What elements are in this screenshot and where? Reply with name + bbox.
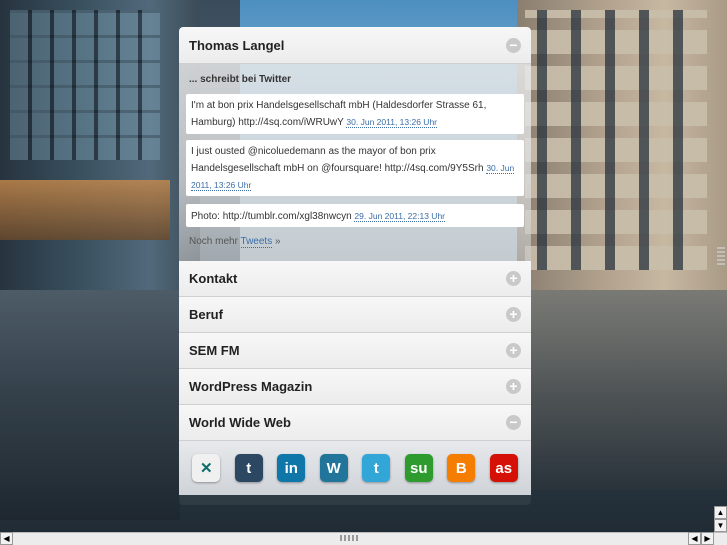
profile-panel: Thomas Langel − ... schreibt bei Twitter… <box>179 27 531 505</box>
background-building-right <box>517 0 727 290</box>
tweet-item: Photo: http://tumblr.com/xgl38nwcyn 29. … <box>186 204 524 227</box>
profile-header[interactable]: Thomas Langel − <box>179 27 531 64</box>
tweet-text: Photo: http://tumblr.com/xgl38nwcyn <box>191 211 352 222</box>
twitter-feed: ... schreibt bei Twitter I'm at bon prix… <box>179 64 531 261</box>
twitter-subheading: ... schreibt bei Twitter <box>189 74 292 85</box>
vertical-scrollbar[interactable]: ▲ ▼ <box>714 0 727 532</box>
tweet-date-link[interactable]: 30. Jun 2011, 13:26 Uhr <box>346 117 437 128</box>
section-title: Beruf <box>189 307 223 322</box>
collapse-icon[interactable]: − <box>506 415 521 430</box>
section-wordpress-magazin[interactable]: WordPress Magazin + <box>179 369 531 405</box>
more-tweets-link[interactable]: Tweets <box>240 236 273 248</box>
tumblr-icon[interactable]: t <box>234 454 263 482</box>
stumbleupon-icon[interactable]: su <box>404 454 433 482</box>
lastfm-icon[interactable]: as <box>489 454 518 482</box>
xing-icon[interactable]: ✕ <box>192 454 221 482</box>
tweet-date-link[interactable]: 29. Jun 2011, 22:13 Uhr <box>354 211 445 222</box>
tweet-text: I just ousted @nicoluedemann as the mayo… <box>191 146 484 174</box>
horizontal-scrollbar[interactable]: ◀ ◀ ▶ <box>0 532 727 545</box>
tweet-text: I'm at bon prix Handelsgesellschaft mbH … <box>191 100 487 128</box>
profile-title: Thomas Langel <box>189 37 285 53</box>
expand-icon[interactable]: + <box>506 307 521 322</box>
expand-icon[interactable]: + <box>506 271 521 286</box>
collapse-icon[interactable]: − <box>506 37 521 53</box>
blogger-icon[interactable]: B <box>447 454 476 482</box>
tweet-item: I just ousted @nicoluedemann as the mayo… <box>186 140 524 196</box>
section-title: WordPress Magazin <box>189 379 313 394</box>
scroll-right-button[interactable]: ▶ <box>701 532 714 545</box>
section-title: World Wide Web <box>189 415 291 430</box>
scroll-grip-icon[interactable] <box>340 535 360 541</box>
resize-grip-icon[interactable] <box>717 245 725 265</box>
scroll-down-button[interactable]: ▼ <box>714 519 727 532</box>
more-tweets-prefix: Noch mehr <box>189 236 238 247</box>
more-tweets-arrow: » <box>274 236 281 247</box>
social-links-bar: ✕ t in W t su B as <box>179 441 531 495</box>
expand-icon[interactable]: + <box>506 343 521 358</box>
scroll-up-button[interactable]: ▲ <box>714 506 727 519</box>
scroll-left-button[interactable]: ◀ <box>688 532 701 545</box>
linkedin-icon[interactable]: in <box>277 454 306 482</box>
section-title: Kontakt <box>189 271 238 286</box>
wordpress-icon[interactable]: W <box>319 454 348 482</box>
section-world-wide-web[interactable]: World Wide Web − <box>179 405 531 441</box>
scroll-left-button[interactable]: ◀ <box>0 532 13 545</box>
section-kontakt[interactable]: Kontakt + <box>179 261 531 297</box>
section-title: SEM FM <box>189 343 240 358</box>
section-beruf[interactable]: Beruf + <box>179 297 531 333</box>
twitter-icon[interactable]: t <box>362 454 391 482</box>
more-tweets: Noch mehr Tweets » <box>189 236 281 248</box>
expand-icon[interactable]: + <box>506 379 521 394</box>
tweet-item: I'm at bon prix Handelsgesellschaft mbH … <box>186 94 524 134</box>
background-building-left <box>0 0 200 330</box>
section-sem-fm[interactable]: SEM FM + <box>179 333 531 369</box>
